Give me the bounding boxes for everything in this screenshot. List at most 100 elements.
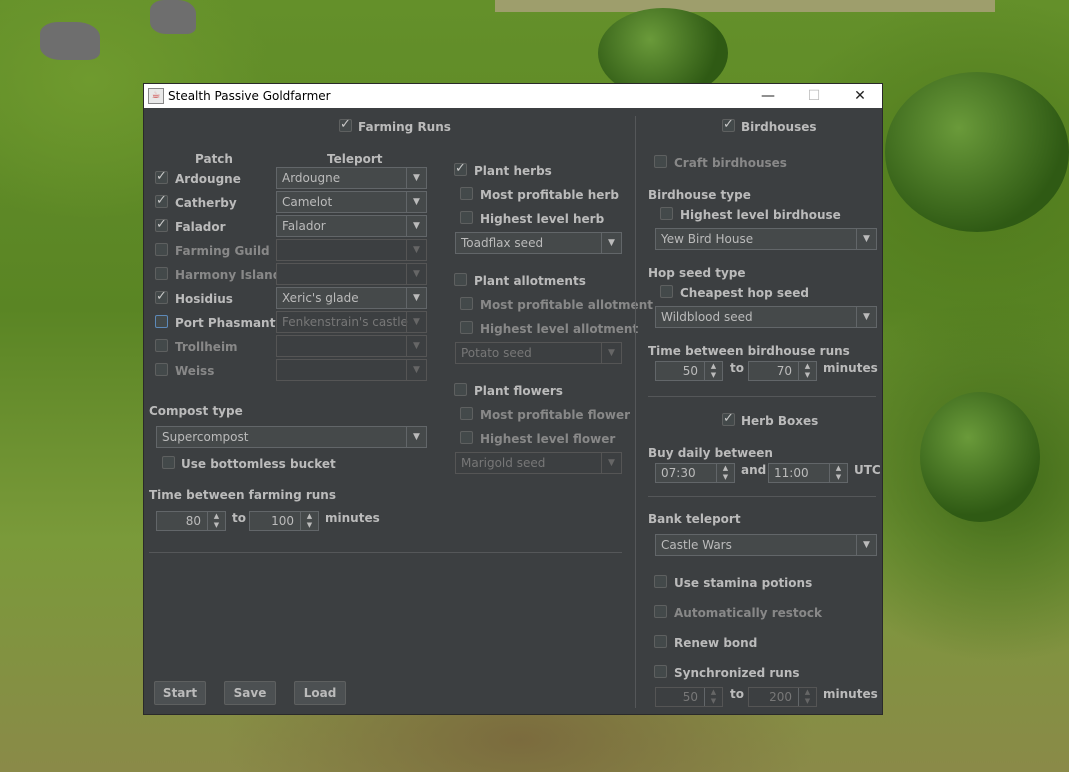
plant-flowers-checkbox[interactable]	[454, 383, 467, 396]
craft-birdhouses-checkbox[interactable]	[654, 155, 667, 168]
spinner-arrows-icon[interactable]: ▲ ▼	[704, 688, 722, 706]
hop-seed-select[interactable]: Wildblood seed ▼	[655, 306, 877, 328]
birdhouse-time-min-spinner[interactable]: 50 ▲ ▼	[655, 361, 723, 381]
synchronized-runs-checkbox[interactable]	[654, 665, 667, 678]
bank-teleport-select[interactable]: Castle Wars ▼	[655, 534, 877, 556]
chevron-down-icon: ▼	[406, 264, 426, 284]
teleport-select[interactable]: ▼	[276, 263, 427, 285]
most-profitable-flower-checkbox[interactable]	[460, 407, 473, 420]
farming-time-label: Time between farming runs	[149, 488, 336, 502]
teleport-value: Ardougne	[282, 171, 341, 185]
scene-rock	[150, 0, 196, 34]
patch-checkbox[interactable]	[155, 289, 168, 304]
patch-checkbox[interactable]	[155, 267, 168, 280]
highest-level-herb-label: Highest level herb	[480, 212, 605, 226]
flower-seed-value: Marigold seed	[461, 456, 546, 470]
scene-wall	[495, 0, 995, 12]
spinner-arrows-icon[interactable]: ▲ ▼	[829, 464, 847, 482]
teleport-select[interactable]: Falador ▼	[276, 215, 427, 237]
spinner-arrows-icon[interactable]: ▲ ▼	[207, 512, 225, 530]
birdhouse-time-label: Time between birdhouse runs	[648, 344, 850, 358]
farming-runs-checkbox[interactable]	[339, 117, 352, 132]
highest-level-birdhouse-checkbox[interactable]	[660, 207, 673, 220]
save-button[interactable]: Save	[224, 681, 276, 705]
patch-checkbox[interactable]	[155, 339, 168, 352]
window-title: Stealth Passive Goldfarmer	[168, 89, 331, 103]
spinner-value: 50	[682, 364, 698, 378]
patch-label: Harmony Island	[175, 268, 282, 282]
minutes-label: minutes	[823, 687, 878, 701]
maximize-button[interactable]: ☐	[794, 86, 834, 106]
birdhouse-time-max-spinner[interactable]: 70 ▲ ▼	[748, 361, 817, 381]
most-profitable-herb-checkbox[interactable]	[460, 187, 473, 200]
sync-max-spinner[interactable]: 200 ▲ ▼	[748, 687, 817, 707]
patch-checkbox[interactable]	[155, 315, 168, 328]
chevron-down-icon: ▼	[406, 192, 426, 212]
teleport-select[interactable]: ▼	[276, 335, 427, 357]
farming-time-min-spinner[interactable]: 80 ▲ ▼	[156, 511, 226, 531]
close-button[interactable]: ✕	[840, 86, 880, 106]
load-button[interactable]: Load	[294, 681, 346, 705]
sync-min-spinner[interactable]: 50 ▲ ▼	[655, 687, 723, 707]
spinner-arrows-icon[interactable]: ▲ ▼	[300, 512, 318, 530]
farming-time-max-spinner[interactable]: 100 ▲ ▼	[249, 511, 319, 531]
spinner-arrows-icon[interactable]: ▲ ▼	[798, 688, 816, 706]
spinner-arrows-icon[interactable]: ▲ ▼	[704, 362, 722, 380]
most-profitable-allotment-checkbox[interactable]	[460, 297, 473, 310]
bottomless-bucket-checkbox[interactable]	[162, 456, 175, 469]
spinner-value: 100	[271, 514, 294, 528]
patch-label: Port Phasmantys	[175, 316, 291, 330]
to-label: to	[730, 687, 744, 701]
flower-seed-select[interactable]: Marigold seed ▼	[455, 452, 622, 474]
and-label: and	[741, 463, 767, 477]
plant-flowers-label: Plant flowers	[474, 384, 563, 398]
herb-box-from-time[interactable]: 07:30 ▲ ▼	[655, 463, 735, 483]
birdhouses-checkbox[interactable]	[722, 117, 735, 132]
patch-checkbox[interactable]	[155, 243, 168, 256]
app-window: ☕ Stealth Passive Goldfarmer — ☐ ✕ Farmi…	[143, 83, 883, 715]
herb-boxes-checkbox[interactable]	[722, 411, 735, 426]
herb-box-to-time[interactable]: 11:00 ▲ ▼	[768, 463, 848, 483]
left-separator	[149, 552, 622, 553]
herb-seed-select[interactable]: Toadflax seed ▼	[455, 232, 622, 254]
spinner-arrows-icon[interactable]: ▲ ▼	[798, 362, 816, 380]
allotment-seed-value: Potato seed	[461, 346, 532, 360]
herb-seed-value: Toadflax seed	[461, 236, 544, 250]
spinner-value: 50	[682, 690, 698, 704]
teleport-select[interactable]: Xeric's glade ▼	[276, 287, 427, 309]
compost-type-label: Compost type	[149, 404, 243, 418]
allotment-seed-select[interactable]: Potato seed ▼	[455, 342, 622, 364]
plant-herbs-label: Plant herbs	[474, 164, 552, 178]
highest-level-flower-checkbox[interactable]	[460, 431, 473, 444]
spinner-value: 200	[769, 690, 792, 704]
minimize-button[interactable]: —	[748, 86, 788, 106]
plant-allotments-checkbox[interactable]	[454, 273, 467, 286]
teleport-select[interactable]: Ardougne ▼	[276, 167, 427, 189]
patch-checkbox[interactable]	[155, 217, 168, 232]
compost-type-select[interactable]: Supercompost ▼	[156, 426, 427, 448]
teleport-value: Xeric's glade	[282, 291, 359, 305]
auto-restock-checkbox[interactable]	[654, 605, 667, 618]
bank-teleport-label: Bank teleport	[648, 512, 741, 526]
to-label: to	[730, 361, 744, 375]
teleport-select[interactable]: Camelot ▼	[276, 191, 427, 213]
highest-level-herb-checkbox[interactable]	[460, 211, 473, 224]
patch-checkbox[interactable]	[155, 363, 168, 376]
highest-level-allotment-checkbox[interactable]	[460, 321, 473, 334]
patch-column-header: Patch	[195, 152, 233, 166]
spinner-arrows-icon[interactable]: ▲ ▼	[716, 464, 734, 482]
teleport-select[interactable]: ▼	[276, 239, 427, 261]
start-button[interactable]: Start	[154, 681, 206, 705]
teleport-select[interactable]: ▼	[276, 359, 427, 381]
plant-herbs-checkbox[interactable]	[454, 161, 467, 176]
patch-checkbox[interactable]	[155, 193, 168, 208]
chevron-down-icon: ▼	[601, 343, 621, 363]
stamina-potions-checkbox[interactable]	[654, 575, 667, 588]
birdhouse-type-select[interactable]: Yew Bird House ▼	[655, 228, 877, 250]
teleport-select[interactable]: Fenkenstrain's castle ▼	[276, 311, 427, 333]
renew-bond-checkbox[interactable]	[654, 635, 667, 648]
patch-label: Falador	[175, 220, 226, 234]
patch-checkbox[interactable]	[155, 169, 168, 184]
title-bar: ☕ Stealth Passive Goldfarmer — ☐ ✕	[144, 84, 882, 108]
cheapest-hop-seed-checkbox[interactable]	[660, 285, 673, 298]
